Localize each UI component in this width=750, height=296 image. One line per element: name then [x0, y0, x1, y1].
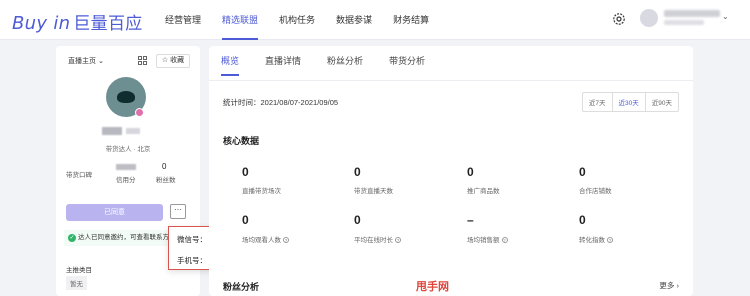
chevron-down-icon[interactable]: ⌄ — [722, 12, 729, 21]
range-30d[interactable]: 近30天 — [613, 93, 646, 111]
detail-tabs: 概览 直播详情 粉丝分析 带货分析 — [221, 46, 451, 76]
tabs-divider — [209, 80, 693, 81]
metric-label: 平均在线时长? — [354, 237, 401, 244]
notice-text: 达人已同意邀约，可查看联系方式 — [78, 234, 176, 241]
chevron-down-icon: ⌄ — [97, 58, 104, 65]
stat-label-reputation: 带货口碑 — [66, 172, 92, 179]
category-label: 主推类目 — [66, 267, 92, 274]
help-icon[interactable]: ? — [501, 237, 508, 243]
nav-business-management[interactable]: 经营管理 — [165, 0, 201, 40]
more-options-button[interactable]: ··· — [170, 204, 186, 219]
range-7d[interactable]: 近7天 — [583, 93, 613, 111]
metric-label: 推广商品数 — [467, 188, 500, 195]
nav-finance[interactable]: 财务结算 — [393, 0, 429, 40]
user-avatar[interactable] — [640, 9, 658, 27]
help-icon[interactable]: ? — [283, 237, 289, 243]
nav-selected-alliance[interactable]: 精选联盟 — [222, 0, 259, 40]
tab-overview[interactable]: 概览 — [221, 46, 240, 76]
live-homepage-dropdown[interactable]: 直播主页 ⌄ — [68, 56, 104, 66]
metric-label: 场均观看人数? — [242, 237, 289, 244]
user-id-redacted — [664, 20, 704, 25]
more-link[interactable]: 更多 › — [659, 280, 679, 291]
creator-badge-icon — [135, 108, 144, 117]
logo-cn: 巨量百应 — [73, 14, 143, 34]
stat-label-credit: 信用分 — [116, 177, 136, 184]
metric-value: 0 — [579, 165, 586, 179]
favorite-button[interactable]: ☆ 收藏 — [156, 54, 190, 68]
stat-value-fans: 0 — [162, 162, 167, 171]
metric-value: 0 — [354, 165, 361, 179]
homepage-label: 直播主页 — [68, 58, 96, 65]
stat-value-redacted — [116, 164, 136, 170]
gear-icon[interactable] — [612, 12, 626, 26]
main-nav: 经营管理 精选联盟 机构任务 数据参谋 财务结算 — [165, 0, 450, 40]
nav-data-advisor[interactable]: 数据参谋 — [336, 0, 372, 40]
user-name-redacted[interactable] — [664, 10, 720, 17]
creator-subtitle: 带货达人 · 北京 — [105, 146, 151, 153]
metric-value: – — [467, 213, 474, 227]
metric-label: 带货直播天数 — [354, 188, 393, 195]
date-range-selector: 近7天 近30天 近90天 — [581, 92, 679, 112]
agreed-button[interactable]: 已同意 — [66, 204, 163, 221]
watermark: 甩手网 — [416, 281, 449, 293]
check-circle-icon: ✓ — [68, 234, 76, 242]
category-tag: 暂无 — [66, 276, 87, 290]
fans-analysis-title: 粉丝分析 — [223, 282, 260, 292]
metric-value: 0 — [354, 213, 361, 227]
metric-value: 0 — [579, 213, 586, 227]
logo-latin: Buy in — [12, 13, 71, 34]
tab-fans-analysis[interactable]: 粉丝分析 — [327, 46, 363, 76]
tab-sales-analysis[interactable]: 带货分析 — [389, 46, 425, 76]
detail-panel: 概览 直播详情 粉丝分析 带货分析 统计时间：2021/08/07-2021/0… — [209, 46, 693, 296]
metric-value: 0 — [242, 213, 249, 227]
phone-label: 手机号： — [177, 256, 207, 265]
creator-stats: 带货口碑 信用分 0 粉丝数 — [64, 162, 194, 186]
qrcode-icon[interactable] — [138, 56, 147, 65]
core-data-title: 核心数据 — [223, 136, 260, 146]
stat-label-fans: 粉丝数 — [156, 177, 176, 184]
logo[interactable]: Buy in 巨量百应 — [12, 9, 143, 34]
metric-value: 0 — [467, 165, 474, 179]
tab-live-details[interactable]: 直播详情 — [265, 46, 301, 76]
metric-label: 合作店铺数 — [579, 188, 612, 195]
help-icon[interactable]: ? — [607, 237, 613, 243]
creator-name-redacted — [102, 127, 122, 135]
metric-label: 直播带货场次 — [242, 188, 281, 195]
creator-tag-redacted — [126, 128, 140, 134]
stat-period: 统计时间：2021/08/07-2021/09/05 — [223, 98, 339, 107]
help-icon[interactable]: ? — [395, 237, 401, 243]
nav-agency-tasks[interactable]: 机构任务 — [279, 0, 315, 40]
top-bar: Buy in 巨量百应 经营管理 精选联盟 机构任务 数据参谋 财务结算 ⌄ — [0, 0, 750, 40]
metric-label: 转化指数? — [579, 237, 613, 244]
metric-value: 0 — [242, 165, 249, 179]
metric-label: 场均销售额? — [467, 237, 508, 244]
range-90d[interactable]: 近90天 — [646, 93, 678, 111]
wechat-label: 微信号： — [177, 235, 207, 244]
